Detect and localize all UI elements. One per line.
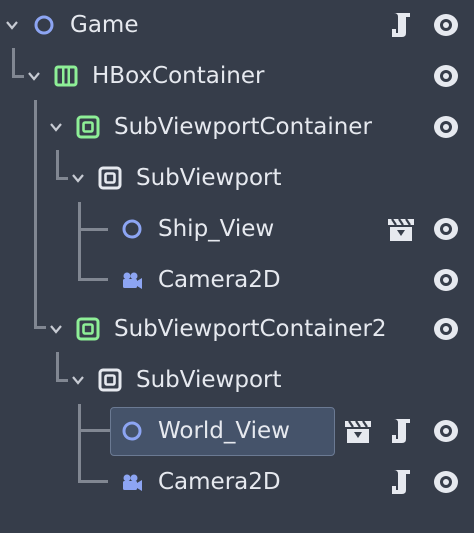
tree-row-world-view[interactable]: World_View [0,406,474,456]
tree-row-camera2d-2[interactable]: Camera2D [0,457,474,507]
node-label: SubViewport [136,165,282,191]
clapperboard-icon[interactable] [387,217,415,243]
subviewport-container-icon [76,115,100,139]
chevron-down-icon[interactable] [4,17,20,33]
visibility-eye-icon[interactable] [432,266,460,294]
visibility-eye-icon[interactable] [432,417,460,445]
visibility-eye-icon[interactable] [432,62,460,90]
node-label: World_View [158,418,290,444]
node2d-circle-icon [122,421,142,441]
tree-row-game[interactable]: Game [0,0,474,50]
tree-row-subviewportcontainer2[interactable]: SubViewportContainer2 [0,304,474,354]
tree-row-subviewport[interactable]: SubViewport [0,153,474,203]
chevron-down-icon[interactable] [48,119,64,135]
tree-row-ship-view[interactable]: Ship_View [0,204,474,254]
node-label: SubViewportContainer2 [114,316,387,342]
node-label: HBoxContainer [92,63,265,89]
subviewport-icon [98,368,122,392]
chevron-down-icon[interactable] [70,372,86,388]
node-label: SubViewportContainer [114,114,372,140]
visibility-eye-icon[interactable] [432,113,460,141]
clapperboard-icon[interactable] [344,419,372,445]
tree-row-hboxcontainer[interactable]: HBoxContainer [0,51,474,101]
camera2d-icon [123,272,142,289]
scene-tree: Game HBoxContainer SubViewportContainer … [0,0,474,533]
chevron-down-icon[interactable] [70,170,86,186]
hbox-container-icon [54,65,78,87]
node-label: Camera2D [158,469,281,495]
node2d-circle-icon [122,219,142,239]
node2d-circle-icon [34,15,54,35]
visibility-eye-icon[interactable] [432,468,460,496]
subviewport-container-icon [76,317,100,341]
tree-row-subviewport-2[interactable]: SubViewport [0,355,474,405]
script-icon[interactable] [388,417,414,445]
tree-row-camera2d[interactable]: Camera2D [0,255,474,305]
chevron-down-icon[interactable] [26,68,42,84]
node-label: Camera2D [158,267,281,293]
visibility-eye-icon[interactable] [432,315,460,343]
node-label: SubViewport [136,367,282,393]
script-icon[interactable] [388,11,414,39]
camera2d-icon [123,474,142,491]
tree-row-subviewportcontainer[interactable]: SubViewportContainer [0,102,474,152]
visibility-eye-icon[interactable] [432,215,460,243]
subviewport-icon [98,166,122,190]
script-icon[interactable] [388,468,414,496]
chevron-down-icon[interactable] [48,321,64,337]
node-label: Game [70,12,139,38]
visibility-eye-icon[interactable] [432,11,460,39]
node-label: Ship_View [158,216,275,242]
